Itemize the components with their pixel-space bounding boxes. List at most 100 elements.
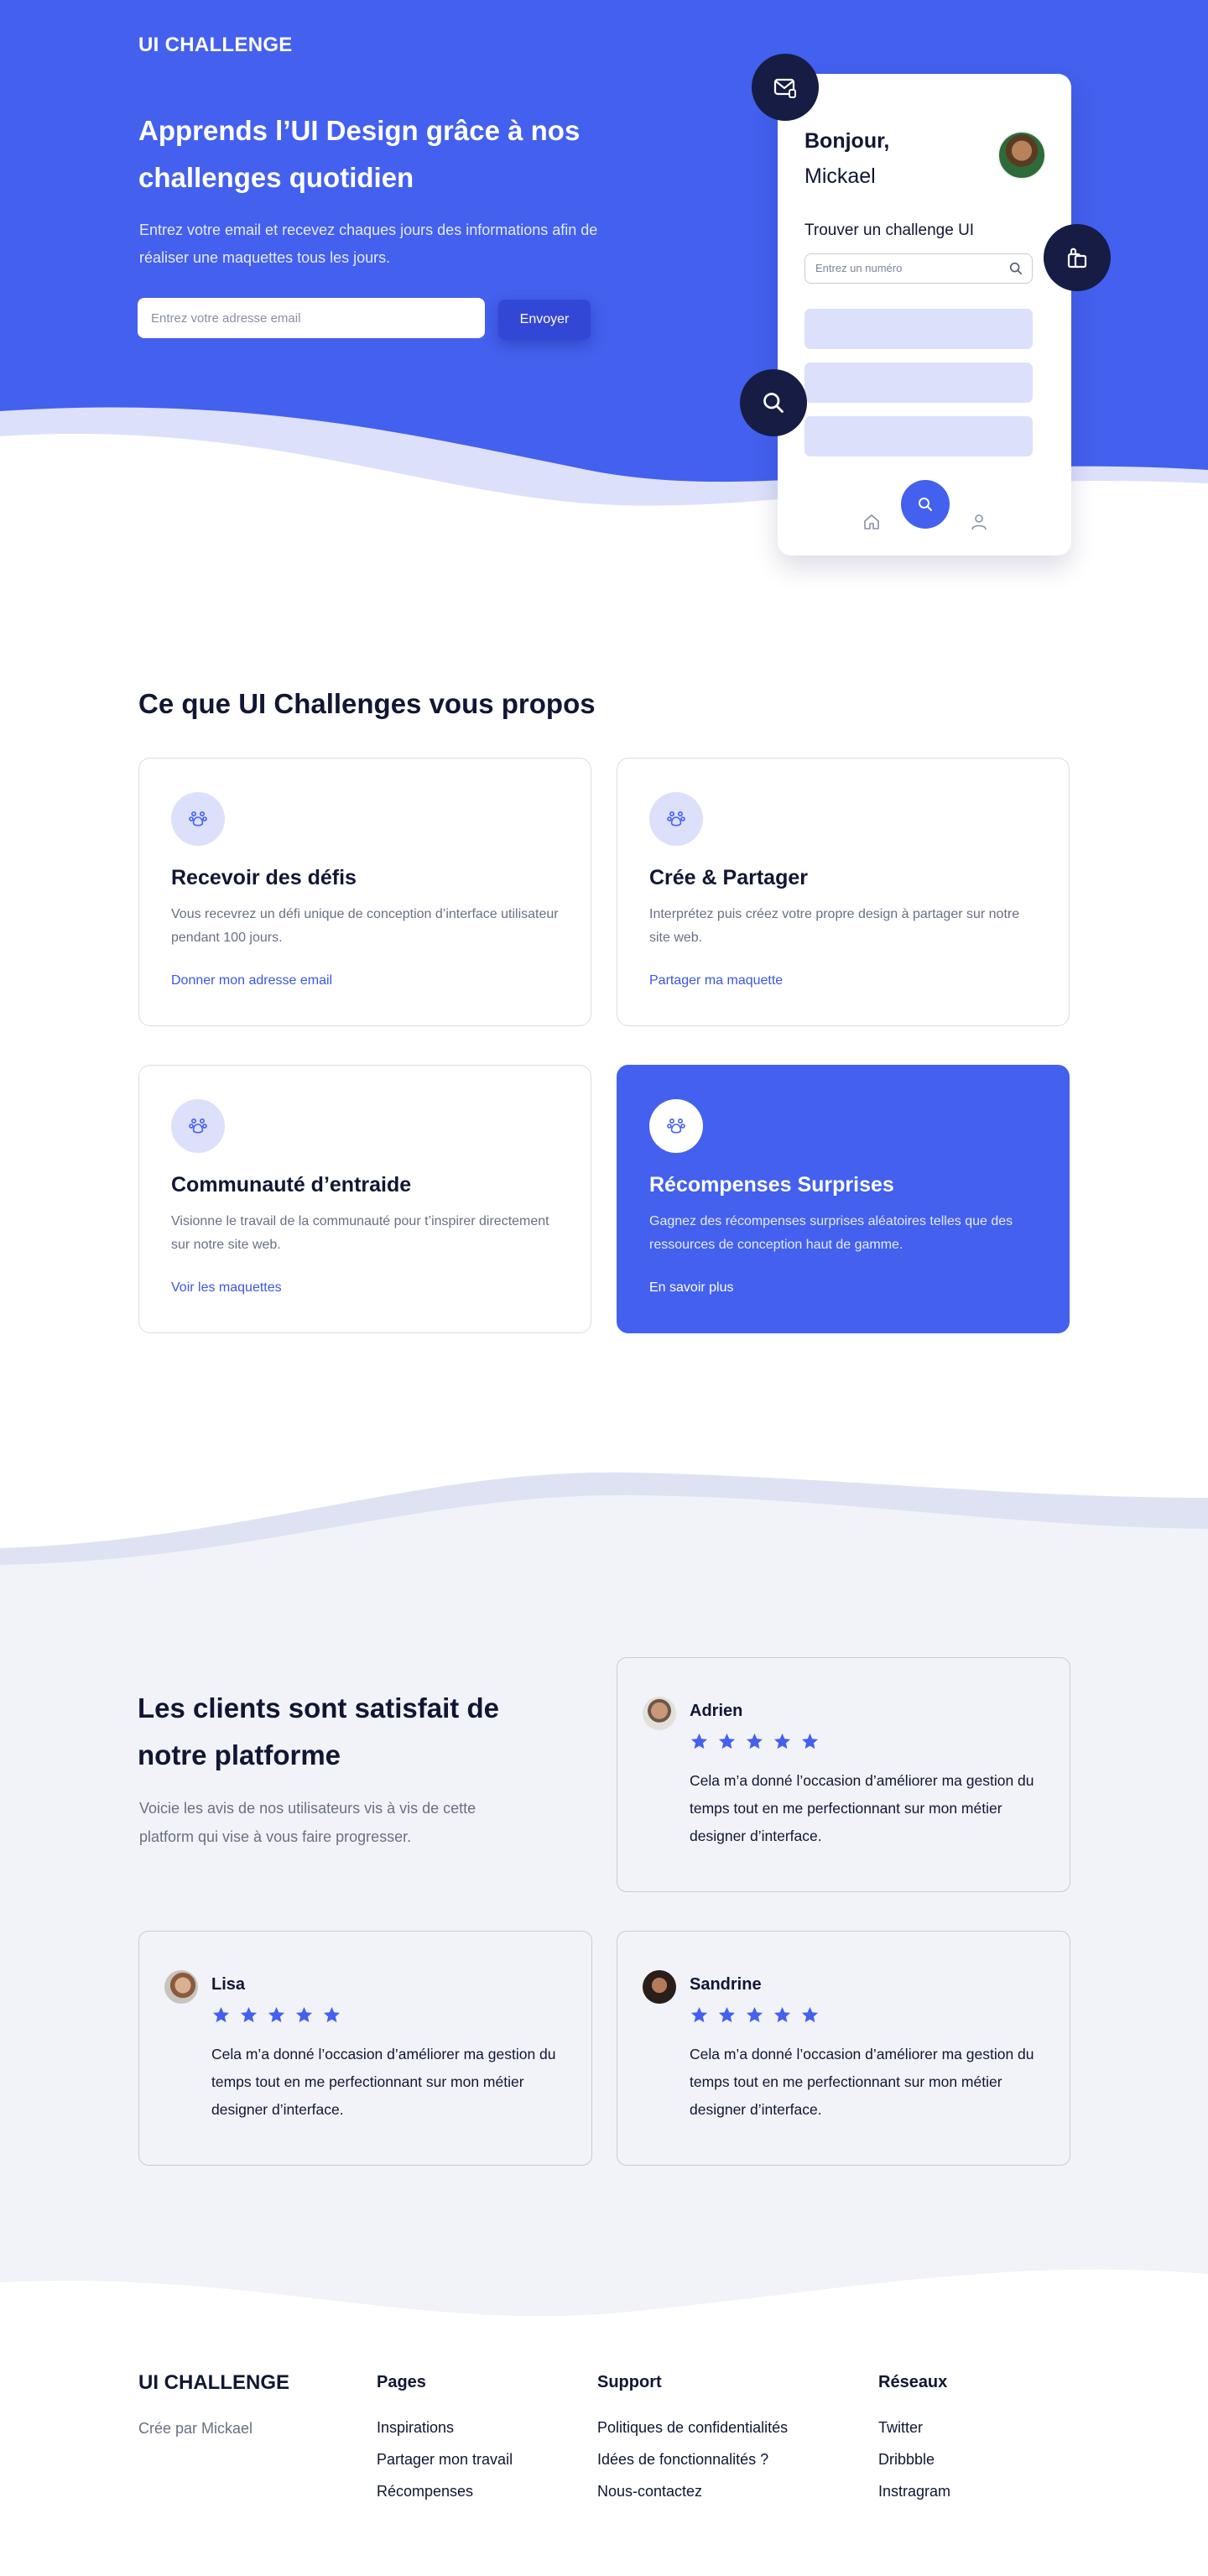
reviewer-name: Adrien [690,1702,743,1720]
reviewer-name: Lisa [211,1975,246,1994]
footer-column: Réseaux Twitter Dribbble Instragram [878,2373,950,2507]
star-icon [718,2006,736,2023]
hero-title: Apprends l’UI Design grâce à nos challen… [138,115,581,193]
star-icon [773,1733,791,1749]
rating-stars [690,2005,820,2025]
star-icon [690,2006,708,2023]
footer-column: Support Politiques de confidentialités Idé… [597,2373,788,2507]
mail-icon [773,78,796,98]
feature-card[interactable]: Recevoir des défis Vous recevrez un défi … [138,758,591,1026]
star-icon [718,1733,736,1749]
feature-description: Visionne le travail de la communauté pou… [171,1214,549,1252]
mail-icon-badge [752,54,819,121]
search-icon-badge [740,369,807,436]
testimonials-description: Voicie les avis de nos utilisateurs vis … [139,1800,476,1845]
footer-link[interactable]: Récompenses [377,2475,513,2507]
paw-icon [189,1119,207,1134]
star-icon [801,1733,819,1749]
feature-card[interactable]: Crée & Partager Interprétez puis créez vo… [617,758,1070,1026]
star-icon [690,1733,708,1749]
review-text: Cela m’a donné l’occasion d’améliorer ma… [690,1772,1034,1844]
footer-link[interactable]: Instragram [878,2475,950,2507]
paw-icon [667,1119,685,1134]
star-icon [268,2006,285,2023]
star-icon [212,2006,230,2023]
phone-greeting: Bonjour, [804,129,890,153]
phone-search-input[interactable]: Entrez un numéro [804,253,1033,284]
feature-title: Communauté d’entraide [171,1173,412,1197]
footer-link[interactable]: Dribbble [878,2443,950,2475]
star-icon [746,2006,763,2023]
feature-card[interactable]: Communauté d’entraide Visionne le travail… [138,1065,591,1333]
phone-placeholder-bar [804,362,1033,403]
feature-title: Récompenses Surprises [649,1173,894,1197]
feature-card[interactable]: Récompenses Surprises Gagnez des récompen… [617,1065,1070,1333]
testimonials-title: Les clients sont satisfait de notre plat… [138,1692,499,1770]
bag-icon-badge [1044,224,1111,291]
testimonials-background [0,1472,1208,2333]
footer-column-title: Pages [377,2373,426,2391]
feature-icon-circle [171,1099,225,1153]
avatar [643,1697,676,1730]
star-icon [746,1733,763,1749]
send-button[interactable]: Envoyer [498,300,591,340]
feature-description: Interprétez puis créez votre propre desi… [649,907,1020,945]
feature-description: Vous recevrez un défi unique de concepti… [171,907,559,945]
footer-link[interactable]: Nous-contactez [597,2475,788,2507]
avatar [997,131,1046,180]
search-icon [763,393,784,413]
footer-logo[interactable]: UI CHALLENGE [138,2371,289,2395]
home-icon[interactable] [862,512,882,532]
site-logo[interactable]: UI CHALLENGE [138,34,293,57]
phone-search-button[interactable] [901,480,950,529]
star-icon [801,2006,819,2023]
rating-stars [690,1732,820,1751]
feature-link[interactable]: Partager ma maquette [649,973,783,988]
feature-description: Gagnez des récompenses surprises aléatoi… [649,1214,1013,1252]
review-text: Cela m’a donné l’occasion d’améliorer ma… [211,2046,556,2118]
phone-mockup: Bonjour, Mickael Trouver un challenge UI… [778,74,1071,555]
review-card: Lisa Cela m’a donné l’occasion d’améliore… [138,1931,592,2166]
footer-column-title: Support [597,2373,662,2391]
features-title: Ce que UI Challenges vous propos [138,688,596,719]
star-icon [773,2006,791,2023]
hero-description: Entrez votre email et recevez chaques jo… [139,222,598,266]
review-text: Cela m’a donné l’occasion d’améliorer ma… [690,2046,1034,2118]
avatar [164,1970,198,2004]
feature-icon-circle [649,792,703,846]
footer-link[interactable]: Inspirations [377,2412,513,2443]
footer-link[interactable]: Idées de fonctionnalités ? [597,2443,788,2475]
feature-title: Recevoir des défis [171,866,357,889]
phone-user-name: Mickael [804,164,876,188]
review-card: Sandrine Cela m’a donné l’occasion d’amél… [617,1931,1070,2166]
paw-icon [667,811,685,827]
feature-link[interactable]: Donner mon adresse email [171,973,332,988]
search-icon [1009,262,1023,275]
footer-link[interactable]: Partager mon travail [377,2443,513,2475]
feature-link[interactable]: Voir les maquettes [171,1280,282,1296]
footer-credit: Crée par Mickael [138,2420,253,2437]
phone-subtitle: Trouver un challenge UI [804,222,975,239]
phone-placeholder-bar [804,309,1033,349]
search-icon [919,498,932,511]
reviewer-name: Sandrine [690,1975,762,1994]
email-input[interactable] [138,298,485,338]
review-card: Adrien Cela m’a donné l’occasion d’amélio… [617,1657,1070,1892]
phone-search-placeholder: Entrez un numéro [815,262,903,274]
footer-link[interactable]: Twitter [878,2412,950,2443]
shopping-bag-icon [1067,248,1087,269]
feature-title: Crée & Partager [649,866,808,889]
star-icon [240,2006,258,2023]
footer-link[interactable]: Politiques de confidentialités [597,2412,788,2443]
star-icon [295,2006,313,2023]
rating-stars [211,2005,341,2025]
feature-icon-circle [171,792,225,846]
feature-icon-circle [649,1099,703,1153]
user-icon[interactable] [969,512,989,532]
phone-placeholder-bar [804,416,1033,456]
feature-link[interactable]: En savoir plus [649,1280,734,1296]
star-icon [323,2006,341,2023]
footer-column-title: Réseaux [878,2373,948,2391]
paw-icon [189,811,207,827]
footer-column: Pages Inspirations Partager mon travail Réc… [377,2373,513,2507]
